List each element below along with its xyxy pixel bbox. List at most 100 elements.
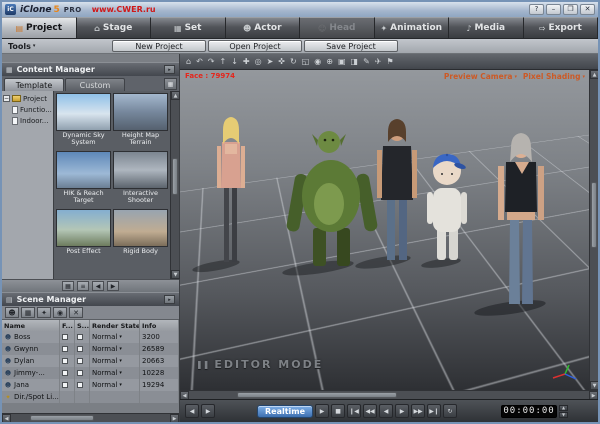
help-button[interactable]: ? <box>529 4 544 15</box>
new-project-button[interactable]: New Project <box>112 40 206 52</box>
freeze-checkbox[interactable] <box>62 358 68 364</box>
move-tool-icon[interactable]: ✜ <box>278 58 285 66</box>
column-info[interactable]: Info <box>140 320 179 331</box>
scroll-right-icon[interactable]: ▶ <box>170 414 179 423</box>
viewport-canvas[interactable]: Face : 79974 Preview Camera ▾ Pixel Shad… <box>180 70 589 390</box>
render-state-value[interactable]: Normal <box>92 357 117 365</box>
table-row[interactable]: Jana Normal ▾ 19294 <box>2 379 179 391</box>
freeze-checkbox[interactable] <box>62 334 68 340</box>
character-baby-blue-cap[interactable] <box>421 154 467 270</box>
template-hik-reach[interactable]: HIK & Reach Target <box>56 151 111 207</box>
tree-item-function[interactable]: Functio... <box>3 104 52 115</box>
pixel-shading-dropdown[interactable]: Pixel Shading ▾ <box>523 72 585 81</box>
tree-item-project[interactable]: − Project <box>3 93 52 104</box>
last-frame-button[interactable]: ▶❙ <box>427 404 441 418</box>
tab-custom[interactable]: Custom <box>65 78 125 91</box>
column-name[interactable]: Name <box>2 320 60 331</box>
preview-camera-dropdown[interactable]: Preview Camera ▾ <box>444 72 517 81</box>
filter-actor-icon[interactable]: ☻ <box>5 307 19 318</box>
scroll-track[interactable] <box>189 391 589 399</box>
freeze-checkbox[interactable] <box>62 382 68 388</box>
table-row[interactable]: Jimmy-... Normal ▾ 10228 <box>2 367 179 379</box>
edit-icon[interactable]: ✎ <box>363 58 370 66</box>
prev-frame-button[interactable]: ◀ <box>379 404 393 418</box>
raise-icon[interactable]: ↑ <box>219 58 226 66</box>
target-icon[interactable]: ◎ <box>255 58 262 66</box>
undo-icon[interactable]: ↶ <box>196 58 203 66</box>
scroll-thumb[interactable] <box>172 158 178 195</box>
scroll-left-icon[interactable]: ◀ <box>2 414 11 423</box>
rotate-tool-icon[interactable]: ↻ <box>290 58 297 66</box>
tools-menu[interactable]: Tools ▾ <box>8 42 35 51</box>
show-checkbox[interactable] <box>77 346 83 352</box>
template-height-map[interactable]: Height Map Terrain <box>113 93 168 149</box>
scene-manager-menu-button[interactable]: ▸ <box>164 295 175 304</box>
view-options-icon[interactable]: ▦ <box>164 78 177 90</box>
tab-project[interactable]: ▤ Project <box>2 17 77 38</box>
export-scene-icon[interactable]: ✈ <box>375 58 382 66</box>
view-mode-icon[interactable]: ▣ <box>338 58 346 66</box>
realtime-button[interactable]: Realtime <box>257 405 313 418</box>
render-state-value[interactable]: Normal <box>92 381 117 389</box>
scroll-thumb[interactable] <box>591 182 597 248</box>
thumbnail-view-icon[interactable]: ▦ <box>62 281 74 291</box>
character-green-creature[interactable] <box>282 131 379 278</box>
scroll-up-icon[interactable]: ▲ <box>590 70 599 79</box>
scroll-track[interactable] <box>11 414 170 422</box>
filter-camera-icon[interactable]: ◉ <box>53 307 67 318</box>
tab-stage[interactable]: ⌂ Stage <box>77 17 152 38</box>
prev-key-button[interactable]: ◀◀ <box>363 404 377 418</box>
close-button[interactable]: ✕ <box>580 4 595 15</box>
tab-export[interactable]: ⇨ Export <box>524 17 599 38</box>
show-checkbox[interactable] <box>77 370 83 376</box>
content-manager-menu-button[interactable]: ▸ <box>164 65 175 74</box>
freeze-checkbox[interactable] <box>62 370 68 376</box>
scroll-up-icon[interactable]: ▲ <box>171 91 180 100</box>
tab-template[interactable]: Template <box>4 78 64 91</box>
table-row[interactable]: Boss Normal ▾ 3200 <box>2 331 179 343</box>
render-state-value[interactable]: Normal <box>92 345 117 353</box>
show-checkbox[interactable] <box>77 358 83 364</box>
scale-tool-icon[interactable]: ◱ <box>302 58 310 66</box>
delete-item-icon[interactable]: ✕ <box>69 307 83 318</box>
character-woman-gray-hair[interactable] <box>474 133 547 319</box>
table-row[interactable]: Dylan Normal ▾ 20663 <box>2 355 179 367</box>
show-checkbox[interactable] <box>77 382 83 388</box>
tab-head[interactable]: ☺ Head <box>300 17 375 38</box>
table-row[interactable]: Dir./Spot Li... <box>2 391 179 403</box>
template-rigid-body[interactable]: Rigid Body <box>113 209 168 257</box>
scroll-thumb[interactable] <box>30 415 94 421</box>
column-show[interactable]: S... <box>75 320 90 331</box>
scroll-thumb[interactable] <box>237 392 397 398</box>
next-page-icon[interactable]: ▶ <box>107 281 119 291</box>
stop-button[interactable]: ■ <box>331 404 345 418</box>
camera-orbit-icon[interactable]: ◉ <box>314 58 321 66</box>
lower-icon[interactable]: ↓ <box>231 58 238 66</box>
scroll-track[interactable] <box>590 79 598 381</box>
maximize-button[interactable]: ❐ <box>563 4 578 15</box>
list-view-icon[interactable]: ≡ <box>77 281 89 291</box>
flag-icon[interactable]: ⚑ <box>386 58 393 66</box>
tree-expander-icon[interactable]: − <box>3 95 10 102</box>
render-state-value[interactable]: Normal <box>92 369 117 377</box>
first-frame-button[interactable]: ❙◀ <box>347 404 361 418</box>
redo-icon[interactable]: ↷ <box>208 58 215 66</box>
open-project-button[interactable]: Open Project <box>208 40 302 52</box>
scroll-track[interactable] <box>171 100 179 270</box>
column-freeze[interactable]: F... <box>60 320 75 331</box>
timeline-scroll-left-button[interactable]: ◀ <box>185 404 199 418</box>
table-row[interactable]: Gwynn Normal ▾ 26589 <box>2 343 179 355</box>
tab-animation[interactable]: ✦ Animation <box>375 17 450 38</box>
template-dynamic-sky[interactable]: Dynamic Sky System <box>56 93 111 149</box>
scroll-down-icon[interactable]: ▼ <box>590 381 599 390</box>
next-frame-button[interactable]: ▶ <box>395 404 409 418</box>
template-interactive-shooter[interactable]: Interactive Shooter <box>113 151 168 207</box>
select-tool-icon[interactable]: ➤ <box>267 58 274 66</box>
timeline-scroll-right-button[interactable]: ▶ <box>201 404 215 418</box>
home-icon[interactable]: ⌂ <box>186 58 191 66</box>
scroll-down-icon[interactable]: ▼ <box>171 270 180 279</box>
column-render-state[interactable]: Render State <box>90 320 140 331</box>
character-blonde-woman[interactable] <box>192 117 245 275</box>
render-icon[interactable]: ◨ <box>351 58 359 66</box>
play-button[interactable]: ▶ <box>315 404 329 418</box>
